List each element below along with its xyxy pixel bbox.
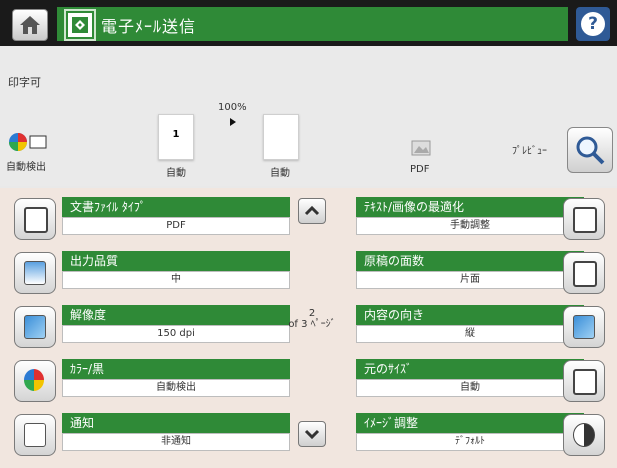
scroll-up-button[interactable] (298, 198, 326, 224)
status-area: 印字可 自動検出 1 自動 100% 自動 PDF ﾌﾟﾚﾋﾞｭｰ (0, 46, 617, 186)
total-pages: of 3 ﾍﾟｰｼﾞ (288, 319, 336, 330)
pdf-file-icon (411, 140, 431, 156)
setting-title: ﾃｷｽﾄ/画像の最適化 (356, 197, 584, 217)
setting-value: PDF (62, 217, 290, 235)
document-icon (24, 207, 48, 233)
setting-text-image-optimize[interactable]: ﾃｷｽﾄ/画像の最適化 手動調整 (356, 195, 617, 240)
document-type-button[interactable] (14, 198, 56, 240)
chevron-up-icon (304, 205, 320, 216)
orientation-icon (573, 315, 595, 339)
file-type-label: PDF (410, 164, 430, 175)
setting-value: 非通知 (62, 433, 290, 451)
current-page: 2 (308, 308, 316, 319)
setting-title: 元のｻｲｽﾞ (356, 359, 584, 379)
page-1-thumbnail[interactable]: 1 (158, 114, 194, 160)
setting-output-quality[interactable]: 出力品質 中 (14, 249, 302, 294)
page-1-label: 自動 (166, 168, 186, 179)
setting-value: ﾃﾞﾌｫﾙﾄ (356, 433, 584, 451)
help-button[interactable]: ? (576, 7, 610, 41)
home-icon (20, 16, 40, 34)
scan-start-icon[interactable] (64, 9, 96, 41)
settings-panel: 文書ﾌｧｲﾙ ﾀｲﾌﾟ PDF 出力品質 中 解像度 150 dpi ｶﾗｰ/黒… (0, 188, 617, 468)
chevron-down-icon (304, 429, 320, 440)
contrast-icon (573, 423, 595, 447)
image-adjust-button[interactable] (563, 414, 605, 456)
page-title: 電子ﾒｰﾙ送信 (101, 17, 197, 36)
setting-title: ｲﾒｰｼﾞ調整 (356, 413, 584, 433)
color-mode-button[interactable] (14, 360, 56, 402)
setting-document-file-type[interactable]: 文書ﾌｧｲﾙ ﾀｲﾌﾟ PDF (14, 195, 302, 240)
setting-title: 通知 (62, 413, 290, 433)
setting-title: 解像度 (62, 305, 290, 325)
page-2-label: 自動 (270, 168, 290, 179)
output-quality-button[interactable] (14, 252, 56, 294)
scroll-down-button[interactable] (298, 421, 326, 447)
color-mode-icon (9, 133, 47, 151)
page-number: 1 (172, 129, 180, 140)
resolution-button[interactable] (14, 306, 56, 348)
page-sides-icon (573, 261, 597, 287)
setting-title: 出力品質 (62, 251, 290, 271)
orientation-button[interactable] (563, 306, 605, 348)
original-size-button[interactable] (563, 360, 605, 402)
notification-icon (24, 423, 46, 447)
page-indicator: 2 of 3 ﾍﾟｰｼﾞ (284, 308, 340, 330)
resolution-icon (24, 315, 46, 339)
next-page-icon[interactable] (230, 118, 236, 126)
preview-label: ﾌﾟﾚﾋﾞｭｰ (512, 146, 547, 157)
setting-resolution[interactable]: 解像度 150 dpi (14, 303, 302, 348)
setting-image-adjust[interactable]: ｲﾒｰｼﾞ調整 ﾃﾞﾌｫﾙﾄ (356, 411, 617, 456)
zoom-level: 100% (218, 102, 247, 113)
color-wheel-icon (24, 369, 44, 391)
setting-value: 自動 (356, 379, 584, 397)
setting-value: 縦 (356, 325, 584, 343)
notification-button[interactable] (14, 414, 56, 456)
preview-button[interactable] (567, 127, 613, 173)
top-bar: 電子ﾒｰﾙ送信 ? (0, 0, 617, 46)
setting-original-size[interactable]: 元のｻｲｽﾞ 自動 (356, 357, 617, 402)
title-bar: 電子ﾒｰﾙ送信 (57, 7, 568, 41)
help-icon: ? (581, 12, 605, 36)
setting-value: 自動検出 (62, 379, 290, 397)
home-button[interactable] (12, 9, 48, 41)
quality-icon (24, 261, 46, 285)
status-message: 印字可 (8, 76, 41, 89)
paper-size-icon (573, 369, 597, 395)
setting-value: 片面 (356, 271, 584, 289)
magnifier-icon (576, 136, 605, 165)
text-image-icon (573, 207, 597, 233)
setting-content-orientation[interactable]: 内容の向き 縦 (356, 303, 617, 348)
setting-title: ｶﾗｰ/黒 (62, 359, 290, 379)
setting-title: 原稿の面数 (356, 251, 584, 271)
original-sides-button[interactable] (563, 252, 605, 294)
auto-detect-label: 自動検出 (6, 162, 46, 173)
setting-color-black[interactable]: ｶﾗｰ/黒 自動検出 (14, 357, 302, 402)
setting-value: 手動調整 (356, 217, 584, 235)
page-2-thumbnail[interactable] (263, 114, 299, 160)
setting-value: 150 dpi (62, 325, 290, 343)
setting-notification[interactable]: 通知 非通知 (14, 411, 302, 456)
optimize-button[interactable] (563, 198, 605, 240)
setting-original-sides[interactable]: 原稿の面数 片面 (356, 249, 617, 294)
setting-title: 文書ﾌｧｲﾙ ﾀｲﾌﾟ (62, 197, 290, 217)
setting-title: 内容の向き (356, 305, 584, 325)
setting-value: 中 (62, 271, 290, 289)
